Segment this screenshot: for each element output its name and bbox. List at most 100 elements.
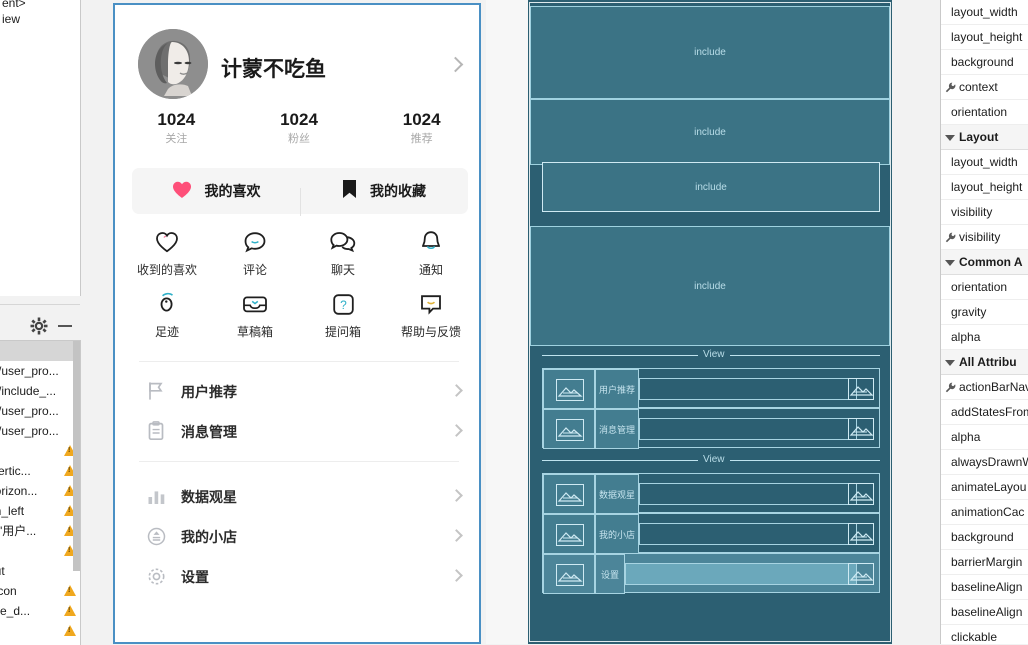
blueprint-spacer[interactable] <box>639 378 857 400</box>
blueprint-include-1[interactable]: include <box>530 6 890 99</box>
design-preview-surface[interactable]: 计蒙不吃鱼 1024 关注 1024 粉丝 1024 推荐 我的喜欢 我的收藏 收到的喜欢 评… <box>110 0 486 644</box>
attribute-row[interactable]: baselineAlign <box>941 575 1028 600</box>
attribute-row[interactable]: background <box>941 50 1028 75</box>
blueprint-label-slot[interactable]: 用户推荐 <box>595 369 639 409</box>
attribute-row[interactable]: animationCac <box>941 500 1028 525</box>
blueprint-include-4[interactable]: include <box>530 226 890 346</box>
blueprint-chevron-slot[interactable] <box>848 523 874 545</box>
blueprint-label-slot[interactable]: 我的小店 <box>595 514 639 554</box>
chevron-right-icon[interactable] <box>450 424 463 437</box>
attribute-row[interactable]: gravity <box>941 300 1028 325</box>
tree-row[interactable] <box>0 621 80 641</box>
blueprint-spacer[interactable] <box>639 483 857 505</box>
attribute-row[interactable]: layout_width <box>941 150 1028 175</box>
attribute-row[interactable]: clickable <box>941 625 1028 644</box>
tree-row[interactable]: m <box>0 541 80 561</box>
menu-row[interactable]: 设置 <box>115 557 479 597</box>
attribute-row[interactable]: barrierMargin <box>941 550 1028 575</box>
stat-item[interactable]: 1024 粉丝 <box>238 109 361 163</box>
tree-row[interactable] <box>0 441 80 461</box>
blueprint-icon-slot[interactable] <box>543 409 595 449</box>
icon-grid-item[interactable]: ? 提问箱 <box>299 289 387 351</box>
tree-row[interactable]: out <box>0 561 80 581</box>
icon-grid[interactable]: 收到的喜欢 评论 聊天 通知 足迹 草稿箱? 提问箱 帮助与反馈 <box>123 227 475 351</box>
attribute-row[interactable]: alwaysDrawnW <box>941 450 1028 475</box>
tree-row[interactable]: horizon... <box>0 481 80 501</box>
icon-grid-item[interactable]: 评论 <box>211 227 299 289</box>
tree-row[interactable]: (vertic... <box>0 461 80 481</box>
component-tree-bottom[interactable]: ) ut/user_pro... ut/include_... ut/user_pro… <box>0 340 81 645</box>
attribute-row[interactable]: actionBarNav <box>941 375 1028 400</box>
tree-scrollbar[interactable] <box>73 341 80 571</box>
chevron-down-icon[interactable] <box>945 359 955 366</box>
tree-row[interactable]: ut/include_... <box>0 381 80 401</box>
blueprint-spacer[interactable] <box>639 418 857 440</box>
minimize-icon[interactable] <box>58 325 72 327</box>
icon-grid-item[interactable]: 足迹 <box>123 289 211 351</box>
quick-tab[interactable]: 我的收藏 <box>300 180 468 216</box>
blueprint-chevron-slot[interactable] <box>848 563 874 585</box>
icon-grid-item[interactable]: 收到的喜欢 <box>123 227 211 289</box>
blueprint-icon-slot[interactable] <box>543 474 595 514</box>
tree-row[interactable]: _icon <box>0 581 80 601</box>
blueprint-icon-slot[interactable] <box>543 554 595 594</box>
menu-row[interactable]: 数据观星 <box>115 477 479 517</box>
attributes-panel[interactable]: layout_width layout_height background conte… <box>940 0 1028 644</box>
attribute-section-header[interactable]: Common A <box>941 250 1028 275</box>
quick-tab[interactable]: 我的喜欢 <box>132 181 300 202</box>
blueprint-icon-slot[interactable] <box>543 514 595 554</box>
blueprint-menu-row[interactable]: 消息管理 <box>542 408 880 449</box>
blueprint-spacer[interactable] <box>625 563 857 585</box>
tree-row[interactable]: ut/user_pro... <box>0 401 80 421</box>
phone-preview-card[interactable]: 计蒙不吃鱼 1024 关注 1024 粉丝 1024 推荐 我的喜欢 我的收藏 收到的喜欢 评… <box>113 3 481 644</box>
attribute-row[interactable]: context <box>941 75 1028 100</box>
chevron-right-icon[interactable] <box>447 56 464 73</box>
chevron-down-icon[interactable] <box>945 259 955 266</box>
tree-row[interactable]: ut/user_pro... <box>0 361 80 381</box>
chevron-right-icon[interactable] <box>450 569 463 582</box>
stat-item[interactable]: 1024 关注 <box>115 109 238 163</box>
attribute-row[interactable]: visibility <box>941 200 1028 225</box>
profile-header[interactable]: 计蒙不吃鱼 <box>115 19 479 119</box>
attribute-row[interactable]: baselineAlign <box>941 600 1028 625</box>
tree-row[interactable]: e "用户... <box>0 521 80 541</box>
icon-grid-item[interactable]: 聊天 <box>299 227 387 289</box>
blueprint-menu-row[interactable]: 数据观星 <box>542 473 880 514</box>
attribute-row[interactable]: animateLayou <box>941 475 1028 500</box>
chevron-right-icon[interactable] <box>450 529 463 542</box>
blueprint-chevron-slot[interactable] <box>848 483 874 505</box>
attribute-row[interactable]: layout_height <box>941 175 1028 200</box>
blueprint-surface[interactable]: include include include include View 用户推… <box>486 0 892 644</box>
attribute-section-header[interactable]: All Attribu <box>941 350 1028 375</box>
component-tree-top[interactable]: ent> iew <box>0 0 81 296</box>
attribute-section-header[interactable]: Layout <box>941 125 1028 150</box>
quick-tabs[interactable]: 我的喜欢 我的收藏 <box>132 168 468 216</box>
attribute-row[interactable]: orientation <box>941 275 1028 300</box>
blueprint-chevron-slot[interactable] <box>848 378 874 400</box>
attribute-row[interactable]: alpha <box>941 425 1028 450</box>
menu-row[interactable]: 用户推荐 <box>115 372 479 412</box>
attribute-row[interactable]: addStatesFrom <box>941 400 1028 425</box>
attribute-row[interactable]: background <box>941 525 1028 550</box>
blueprint-label-slot[interactable]: 数据观星 <box>595 474 639 514</box>
blueprint-icon-slot[interactable] <box>543 369 595 409</box>
gear-icon[interactable] <box>30 317 48 335</box>
chevron-down-icon[interactable] <box>945 134 955 141</box>
icon-grid-item[interactable]: 草稿箱 <box>211 289 299 351</box>
blueprint-label-slot[interactable]: 设置 <box>595 554 625 594</box>
blueprint-include-3[interactable]: include <box>542 162 880 212</box>
chevron-right-icon[interactable] <box>450 489 463 502</box>
blueprint-canvas[interactable]: include include include include View 用户推… <box>528 0 892 644</box>
tree-row[interactable]: tyle_d... <box>0 601 80 621</box>
attribute-row[interactable]: layout_width <box>941 0 1028 25</box>
blueprint-menu-row[interactable]: 我的小店 <box>542 513 880 554</box>
blueprint-include-2[interactable]: include <box>530 99 890 165</box>
chevron-right-icon[interactable] <box>450 384 463 397</box>
blueprint-menu-row[interactable]: 设置 <box>542 553 880 594</box>
attribute-row[interactable]: layout_height <box>941 25 1028 50</box>
menu-row[interactable]: 消息管理 <box>115 412 479 452</box>
icon-grid-item[interactable]: 通知 <box>387 227 475 289</box>
blueprint-spacer[interactable] <box>639 523 857 545</box>
blueprint-label-slot[interactable]: 消息管理 <box>595 409 639 449</box>
blueprint-chevron-slot[interactable] <box>848 418 874 440</box>
